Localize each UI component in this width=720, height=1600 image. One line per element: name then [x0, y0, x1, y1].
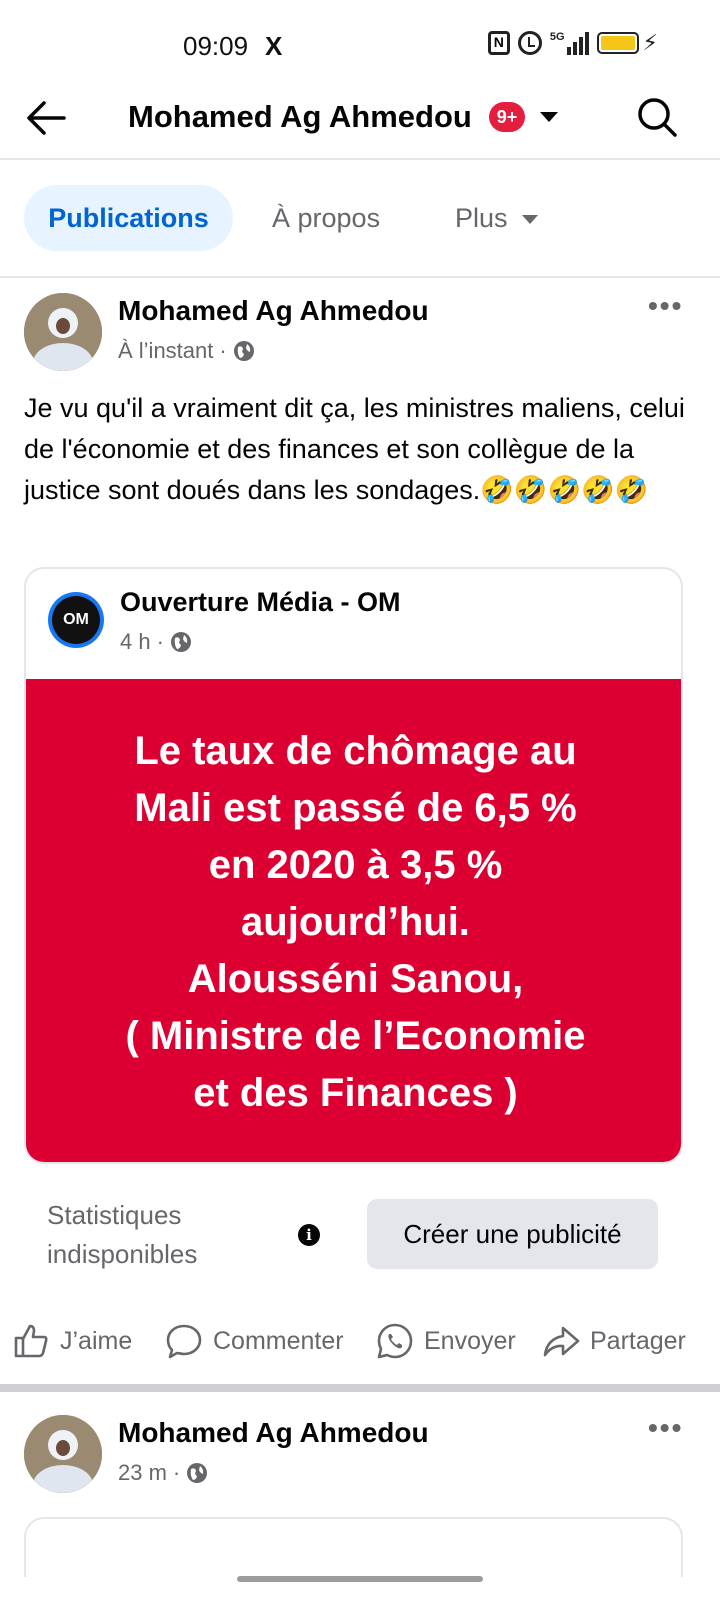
- like-icon: [14, 1324, 48, 1358]
- globe-icon: [187, 1463, 208, 1483]
- avatar[interactable]: [24, 1415, 102, 1493]
- banner-text: Le taux de chômage au Mali est passé de …: [125, 729, 586, 1115]
- home-indicator: [237, 1576, 483, 1582]
- signal-icon: 5G: [550, 31, 589, 55]
- shared-post-card[interactable]: OM Ouverture Média - OM 4 h · Le taux de…: [24, 567, 683, 1164]
- alarm-icon: [517, 31, 542, 55]
- like-label: J’aime: [60, 1326, 133, 1355]
- battery-icon: [596, 32, 639, 54]
- shared-time[interactable]: 4 h: [120, 629, 151, 655]
- comment-button[interactable]: Commenter: [165, 1322, 344, 1360]
- send-button[interactable]: Envoyer: [376, 1322, 516, 1360]
- back-arrow-icon[interactable]: [24, 98, 68, 138]
- share-icon: [543, 1326, 580, 1357]
- status-icons: N 5G ⚡: [487, 30, 658, 56]
- create-ad-button[interactable]: Créer une publicité: [367, 1199, 658, 1269]
- avatar-image: [24, 1415, 102, 1493]
- x-app-icon: X: [265, 31, 283, 61]
- post-actions: J’aime Commenter Envoyer Partager: [0, 1310, 720, 1372]
- status-bar: 09:09 X N 5G ⚡: [0, 0, 720, 90]
- share-label: Partager: [590, 1326, 686, 1355]
- globe-icon: [233, 341, 254, 361]
- avatar[interactable]: [24, 293, 102, 371]
- post-author[interactable]: Mohamed Ag Ahmedou: [118, 1417, 429, 1449]
- stats-unavailable-text: Statistiques indisponibles: [47, 1200, 198, 1269]
- shared-meta: 4 h ·: [120, 629, 192, 655]
- more-options-icon[interactable]: •••: [648, 1412, 683, 1444]
- send-label: Envoyer: [424, 1326, 516, 1355]
- page-logo[interactable]: OM: [48, 592, 104, 648]
- search-icon[interactable]: [636, 96, 678, 138]
- tab-about[interactable]: À propos: [272, 185, 380, 251]
- comment-icon: [166, 1324, 202, 1359]
- profile-tabs: Publications À propos Plus: [0, 160, 720, 278]
- comment-label: Commenter: [213, 1326, 344, 1355]
- more-options-icon[interactable]: •••: [648, 290, 683, 322]
- shared-post-card[interactable]: [24, 1517, 683, 1577]
- share-button[interactable]: Partager: [542, 1322, 686, 1360]
- post-author[interactable]: Mohamed Ag Ahmedou: [118, 295, 429, 327]
- info-icon[interactable]: i: [298, 1224, 320, 1246]
- tab-publications[interactable]: Publications: [24, 185, 233, 251]
- post-meta: À l’instant ·: [118, 338, 255, 364]
- notification-badge: 9+: [489, 102, 525, 132]
- tab-more[interactable]: Plus: [455, 185, 538, 251]
- profile-header: Mohamed Ag Ahmedou 9+: [0, 80, 720, 160]
- tab-more-label: Plus: [455, 203, 508, 233]
- chevron-down-icon: [521, 215, 538, 225]
- om-logo-text: OM: [52, 596, 100, 644]
- page-title[interactable]: Mohamed Ag Ahmedou: [128, 99, 472, 135]
- chevron-down-icon[interactable]: [540, 112, 558, 122]
- shared-author[interactable]: Ouverture Média - OM: [120, 587, 401, 618]
- avatar-image: [24, 293, 102, 371]
- post-text: Je vu qu'il a vraiment dit ça, les minis…: [24, 393, 685, 505]
- nfc-icon: N: [487, 31, 510, 55]
- charging-icon: ⚡: [642, 30, 658, 55]
- post-time[interactable]: 23 m: [118, 1460, 167, 1486]
- status-time: 09:09: [183, 31, 249, 61]
- post-divider: [0, 1384, 720, 1392]
- post-image-banner[interactable]: Le taux de chômage au Mali est passé de …: [26, 679, 681, 1162]
- whatsapp-icon: [377, 1323, 413, 1359]
- post-meta: 23 m ·: [118, 1460, 208, 1486]
- post-time[interactable]: À l’instant: [118, 338, 213, 364]
- globe-icon: [170, 632, 191, 652]
- like-button[interactable]: J’aime: [12, 1322, 132, 1360]
- network-type: 5G: [549, 31, 565, 43]
